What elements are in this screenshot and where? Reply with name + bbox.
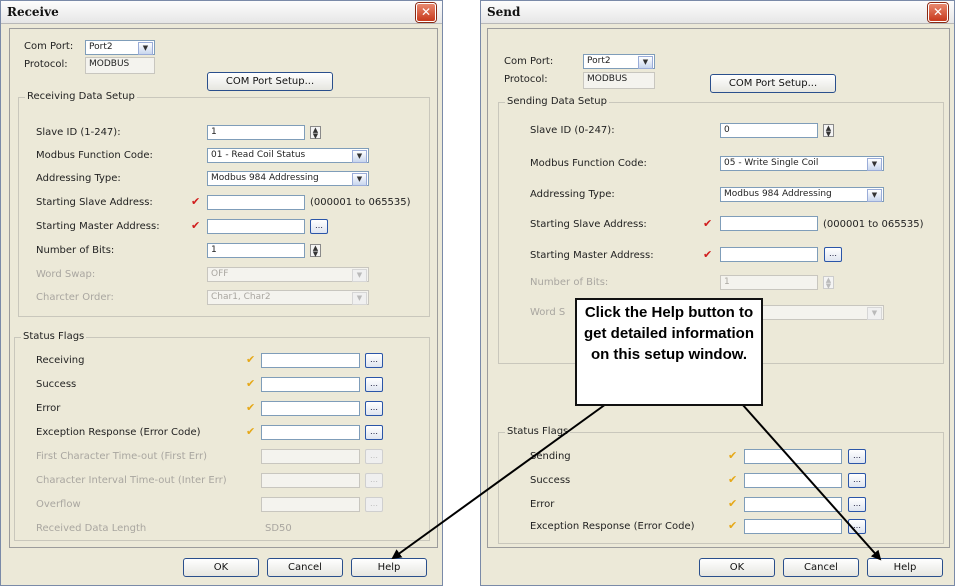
arrow-to-receive-help	[391, 403, 607, 560]
help-callout: Click the Help button to get detailed in…	[575, 298, 763, 406]
callout-arrows	[391, 403, 882, 561]
arrow-to-send-help	[741, 403, 882, 561]
